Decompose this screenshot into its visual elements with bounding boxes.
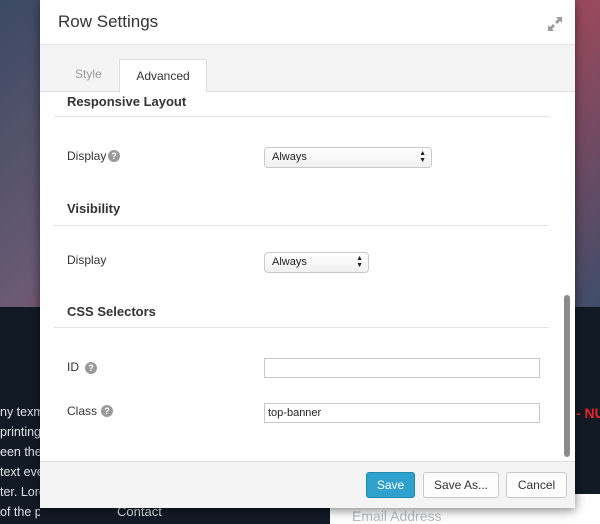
lorem-line: een the [0, 445, 40, 459]
lorem-line: text eve [0, 465, 40, 479]
dialog-content: Responsive Layout Display ? Always ▲ ▼ Vi… [40, 92, 575, 461]
help-icon[interactable]: ? [85, 362, 97, 374]
save-as-button[interactable]: Save As... [423, 472, 499, 498]
css-class-label: Class [67, 404, 98, 418]
row-settings-dialog: Row Settings Style Advanced Responsive L… [40, 0, 575, 508]
visibility-display-label: Display [67, 253, 107, 267]
select-arrows-icon: ▲ ▼ [419, 150, 426, 164]
section-divider [54, 327, 549, 328]
section-divider [54, 116, 549, 117]
section-title-responsive-layout: Responsive Layout [67, 94, 187, 109]
lorem-text: ny texm printing een the text eve ter. L… [0, 402, 40, 522]
responsive-display-label: Display [67, 149, 107, 163]
lorem-line: ny texm [0, 405, 40, 419]
responsive-display-value: Always [272, 151, 307, 163]
css-id-input[interactable] [264, 358, 540, 378]
css-class-input[interactable]: top-banner [264, 403, 540, 423]
help-icon[interactable]: ? [108, 150, 120, 162]
help-icon[interactable]: ? [101, 405, 113, 417]
accent-red-text: - NU [576, 405, 600, 421]
email-field-placeholder: Email Address [352, 508, 442, 524]
lorem-line: of the p [0, 505, 40, 519]
tabs-bar: Style Advanced [40, 45, 575, 93]
dialog-footer: Save Save As... Cancel [40, 461, 575, 508]
dialog-title: Row Settings [58, 12, 159, 31]
tab-advanced[interactable]: Advanced [119, 59, 207, 93]
section-divider [54, 225, 549, 226]
section-title-visibility: Visibility [67, 201, 121, 216]
expand-arrows-icon[interactable] [547, 16, 563, 32]
content-scrollbar[interactable] [564, 295, 570, 457]
css-id-label: ID [67, 360, 79, 374]
section-title-css-selectors: CSS Selectors [67, 304, 156, 319]
lorem-line: ter. Lore [0, 485, 40, 499]
responsive-display-select[interactable]: Always ▲ ▼ [264, 147, 432, 168]
tab-style[interactable]: Style [75, 67, 102, 81]
cancel-button[interactable]: Cancel [506, 472, 567, 498]
save-button[interactable]: Save [366, 472, 415, 498]
visibility-display-value: Always [272, 256, 307, 268]
select-arrows-icon: ▲ ▼ [356, 255, 363, 269]
dialog-header: Row Settings [40, 0, 575, 45]
visibility-display-select[interactable]: Always ▲ ▼ [264, 252, 369, 273]
lorem-line: printing [0, 425, 40, 439]
